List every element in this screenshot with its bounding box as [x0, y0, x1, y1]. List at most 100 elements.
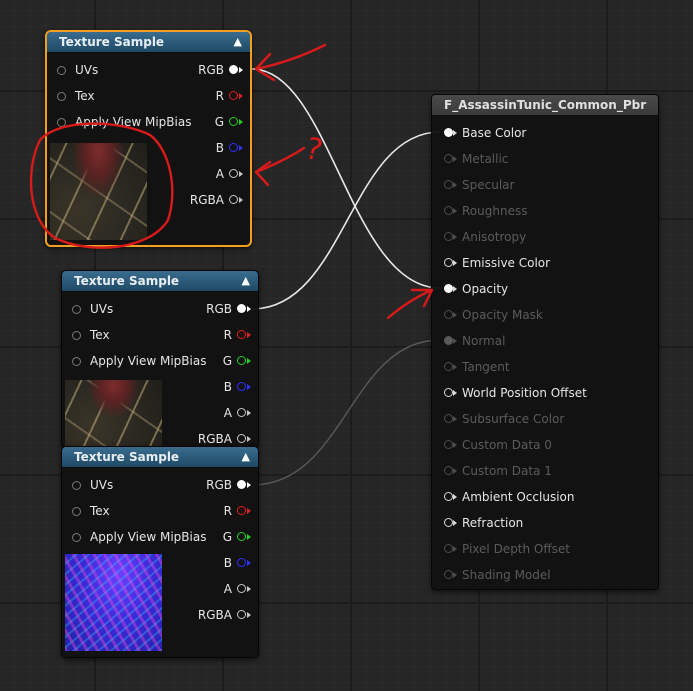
material-input-row[interactable]: Opacity	[432, 280, 652, 298]
output-pin-row[interactable]: G	[178, 352, 258, 370]
material-input-row[interactable]: Metallic	[432, 150, 652, 168]
node-header[interactable]: Texture Sample ▲	[62, 447, 258, 468]
material-input-pin-icon[interactable]	[444, 258, 457, 267]
material-input-row[interactable]: Emissive Color	[432, 254, 652, 272]
output-pin-row[interactable]: B	[170, 139, 250, 157]
material-input-row[interactable]: Custom Data 1	[432, 462, 652, 480]
material-input-row[interactable]: Tangent	[432, 358, 652, 376]
input-pin-row[interactable]: UVs	[62, 476, 192, 494]
input-pin-icon[interactable]	[72, 357, 81, 366]
material-input-row[interactable]: Opacity Mask	[432, 306, 652, 324]
material-input-row[interactable]: Normal	[432, 332, 652, 350]
material-input-row[interactable]: Subsurface Color	[432, 410, 652, 428]
material-input-pin-icon[interactable]	[444, 310, 457, 319]
output-pin-icon[interactable]	[237, 506, 251, 515]
output-pin-icon[interactable]	[229, 65, 243, 74]
output-pin-icon[interactable]	[229, 169, 243, 178]
output-pin-row[interactable]: RGBA	[178, 606, 258, 624]
input-pin-icon[interactable]	[72, 481, 81, 490]
input-pin-icon[interactable]	[72, 507, 81, 516]
material-input-pin-icon[interactable]	[444, 518, 457, 527]
output-pin-icon[interactable]	[229, 195, 243, 204]
input-pin-icon[interactable]	[72, 533, 81, 542]
collapse-chevron-icon[interactable]: ▲	[234, 32, 242, 52]
output-pin-icon[interactable]	[237, 304, 251, 313]
node-header[interactable]: Texture Sample ▲	[62, 271, 258, 292]
output-pin-icon[interactable]	[237, 434, 251, 443]
output-pin-row[interactable]: R	[178, 502, 258, 520]
material-input-pin-icon[interactable]	[444, 232, 457, 241]
input-pin-row[interactable]: UVs	[47, 61, 177, 79]
output-pin-icon[interactable]	[237, 480, 251, 489]
output-pin-row[interactable]: A	[178, 580, 258, 598]
output-pin-row[interactable]: RGB	[170, 61, 250, 79]
output-pin-icon[interactable]	[237, 382, 251, 391]
material-input-row[interactable]: Shading Model	[432, 566, 652, 584]
collapse-chevron-icon[interactable]: ▲	[242, 447, 250, 467]
input-pin-row[interactable]: UVs	[62, 300, 192, 318]
material-input-pin-icon[interactable]	[444, 492, 457, 501]
material-input-pin-icon[interactable]	[444, 414, 457, 423]
input-pin-row[interactable]: Apply View MipBias	[62, 528, 206, 546]
input-pin-icon[interactable]	[57, 118, 66, 127]
material-input-row[interactable]: Base Color	[432, 124, 652, 142]
material-input-pin-icon[interactable]	[444, 336, 457, 345]
input-pin-icon[interactable]	[57, 92, 66, 101]
texture-sample-node-3[interactable]: Texture Sample ▲ UVs Tex Apply View MipBias R…	[61, 446, 259, 658]
material-input-pin-icon[interactable]	[444, 466, 457, 475]
output-pin-row[interactable]: R	[170, 87, 250, 105]
texture-sample-node-2[interactable]: Texture Sample ▲ UVs Tex Apply View MipBias R…	[61, 270, 259, 448]
material-output-node[interactable]: F_AssassinTunic_Common_Pbr Base Color Meta…	[431, 94, 659, 590]
material-input-pin-icon[interactable]	[444, 544, 457, 553]
output-pin-row[interactable]: B	[178, 554, 258, 572]
input-pin-row[interactable]: Tex	[62, 502, 192, 520]
output-pin-row[interactable]: A	[170, 165, 250, 183]
material-input-pin-icon[interactable]	[444, 180, 457, 189]
texture-sample-node-1[interactable]: Texture Sample ▲ UVs Tex Apply View MipBias R…	[45, 30, 252, 247]
material-input-pin-icon[interactable]	[444, 388, 457, 397]
output-pin-icon[interactable]	[237, 584, 251, 593]
output-pin-icon[interactable]	[229, 117, 243, 126]
input-pin-row[interactable]: Tex	[47, 87, 177, 105]
output-pin-icon[interactable]	[237, 356, 251, 365]
output-pin-icon[interactable]	[237, 610, 251, 619]
output-pin-icon[interactable]	[229, 91, 243, 100]
material-input-row[interactable]: Roughness	[432, 202, 652, 220]
output-pin-row[interactable]: R	[178, 326, 258, 344]
node-header[interactable]: Texture Sample ▲	[47, 32, 250, 53]
wire-node1-rgb-to-opacity[interactable]	[251, 68, 441, 289]
output-pin-row[interactable]: G	[178, 528, 258, 546]
material-input-row[interactable]: World Position Offset	[432, 384, 652, 402]
output-pin-row[interactable]: RGB	[178, 476, 258, 494]
material-input-pin-icon[interactable]	[444, 440, 457, 449]
wire-node2-rgb-to-base-color[interactable]	[251, 131, 441, 310]
material-input-row[interactable]: Custom Data 0	[432, 436, 652, 454]
output-pin-icon[interactable]	[237, 558, 251, 567]
material-input-pin-icon[interactable]	[444, 570, 457, 579]
collapse-chevron-icon[interactable]: ▲	[242, 271, 250, 291]
input-pin-icon[interactable]	[72, 331, 81, 340]
material-input-pin-icon[interactable]	[444, 362, 457, 371]
input-pin-row[interactable]: Tex	[62, 326, 192, 344]
output-pin-row[interactable]: B	[178, 378, 258, 396]
output-pin-row[interactable]: A	[178, 404, 258, 422]
material-node-title[interactable]: F_AssassinTunic_Common_Pbr	[432, 95, 658, 116]
wire-node3-rgb-to-normal[interactable]	[251, 339, 441, 486]
input-pin-row[interactable]: Apply View MipBias	[62, 352, 206, 370]
material-input-row[interactable]: Pixel Depth Offset	[432, 540, 652, 558]
output-pin-row[interactable]: RGB	[178, 300, 258, 318]
output-pin-icon[interactable]	[237, 330, 251, 339]
material-input-pin-icon[interactable]	[444, 128, 457, 137]
material-input-row[interactable]: Specular	[432, 176, 652, 194]
material-input-pin-icon[interactable]	[444, 206, 457, 215]
input-pin-icon[interactable]	[57, 66, 66, 75]
material-input-pin-icon[interactable]	[444, 284, 457, 293]
material-input-row[interactable]: Refraction	[432, 514, 652, 532]
output-pin-row[interactable]: RGBA	[170, 191, 250, 209]
output-pin-icon[interactable]	[237, 532, 251, 541]
output-pin-icon[interactable]	[229, 143, 243, 152]
material-input-row[interactable]: Ambient Occlusion	[432, 488, 652, 506]
output-pin-row[interactable]: G	[170, 113, 250, 131]
input-pin-row[interactable]: Apply View MipBias	[47, 113, 191, 131]
output-pin-icon[interactable]	[237, 408, 251, 417]
